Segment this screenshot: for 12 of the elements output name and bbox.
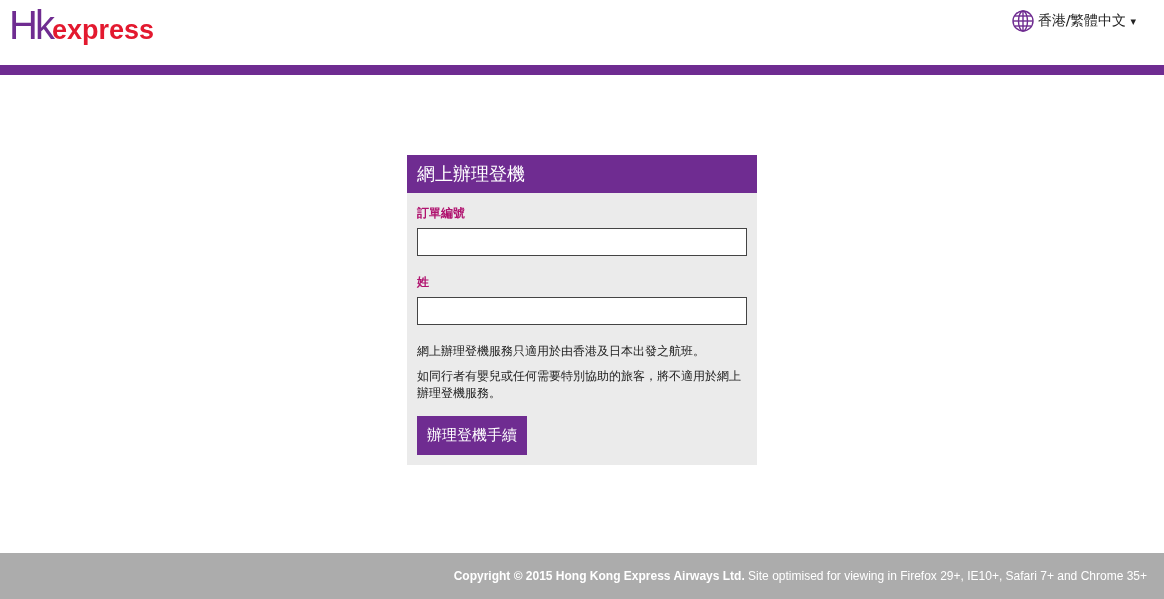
copyright-text: Copyright © 2015 Hong Kong Express Airways Ltd. Site optimised for viewing in Firefox 29+, IE10+, Safari 7+ and Chrome 35+ xyxy=(453,569,1147,583)
field-label: 姓 xyxy=(417,274,430,291)
language-selector[interactable]: 香港/繁體中文 ▾ xyxy=(1011,10,1136,32)
card-title: 網上辦理登機 xyxy=(407,155,757,193)
check-in-button[interactable]: 辦理登機手續 xyxy=(417,416,527,455)
globe-icon xyxy=(1011,10,1034,32)
info-text: 網上辦理登機服務只適用於由香港及日本出發之航班。 xyxy=(417,343,706,360)
field-label: 訂單編號 xyxy=(417,205,466,222)
info-text: 如同行者有嬰兒或任何需要特別協助的旅客，將不適用於網上辦理登機服務。 xyxy=(417,368,742,402)
input-field[interactable] xyxy=(417,297,747,325)
input-field[interactable] xyxy=(417,228,747,256)
logo[interactable]: Hkexpress xyxy=(9,5,154,45)
